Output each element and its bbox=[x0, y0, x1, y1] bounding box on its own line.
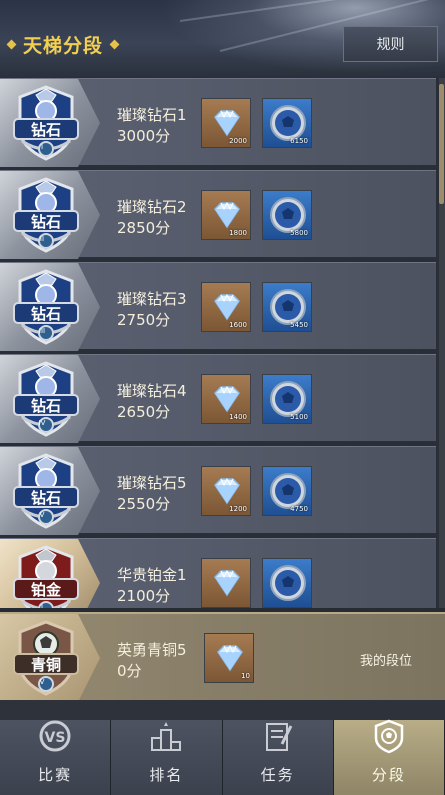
header: 天梯分段 规则 bbox=[0, 0, 445, 78]
bottom-nav: VS 比赛 排名 任务 分段 bbox=[0, 718, 445, 795]
ball-reward[interactable]: 5800 bbox=[262, 190, 312, 240]
rank-name: 璀璨钻石2 bbox=[117, 198, 187, 216]
my-tier-numeral: V bbox=[39, 678, 45, 686]
badge-label: 钻石 bbox=[30, 121, 61, 139]
diamond-reward[interactable]: 1800 bbox=[201, 190, 251, 240]
my-rank-name: 英勇青铜5 bbox=[117, 641, 187, 659]
ball-reward[interactable]: 4750 bbox=[262, 466, 312, 516]
football-coin-icon bbox=[270, 565, 306, 601]
rank-list[interactable]: 钻石 I 璀璨钻石1 3000分 2000 6150 钻石 II 璀璨钻石2 2… bbox=[0, 78, 445, 608]
rank-row: 钻石 III 璀璨钻石3 2750分 1600 5450 bbox=[0, 262, 436, 351]
tier-numeral: I bbox=[40, 603, 44, 608]
rank-name: 璀璨钻石1 bbox=[117, 106, 187, 124]
diamond-qty: 2000 bbox=[229, 137, 247, 145]
nav-tab-3[interactable]: 分段 bbox=[333, 718, 445, 795]
diamond-reward[interactable]: 1600 bbox=[201, 282, 251, 332]
ball-reward[interactable] bbox=[262, 558, 312, 608]
rank-row: 钻石 IV 璀璨钻石4 2650分 1400 5100 bbox=[0, 354, 436, 443]
badge-label: 钻石 bbox=[30, 397, 61, 415]
ball-qty: 5800 bbox=[290, 229, 308, 237]
ball-qty: 6150 bbox=[290, 137, 308, 145]
ball-qty: 4750 bbox=[290, 505, 308, 513]
my-diamond-qty: 10 bbox=[241, 672, 250, 680]
badge-label: 钻石 bbox=[30, 489, 61, 507]
svg-text:VS: VS bbox=[45, 730, 66, 746]
ball-reward[interactable]: 6150 bbox=[262, 98, 312, 148]
tier-numeral: IV bbox=[38, 419, 46, 427]
scrollbar-thumb[interactable] bbox=[439, 84, 444, 204]
ball-qty: 5100 bbox=[290, 413, 308, 421]
diamond-ornament-icon bbox=[109, 39, 120, 50]
rank-score: 2550分 bbox=[117, 495, 171, 513]
diamond-reward[interactable]: 1400 bbox=[201, 374, 251, 424]
tier-numeral: II bbox=[39, 235, 45, 243]
rank-score: 2750分 bbox=[117, 311, 171, 329]
nav-label: 任务 bbox=[260, 766, 295, 784]
nav-label: 排名 bbox=[149, 766, 184, 784]
rank-row: 铂金 I 华贵铂金1 2100分 bbox=[0, 538, 436, 608]
badge-label: 铂金 bbox=[30, 581, 61, 599]
diamond-qty: 1800 bbox=[229, 229, 247, 237]
my-badge-label: 青铜 bbox=[30, 656, 61, 674]
versus-icon: VS bbox=[37, 718, 73, 758]
diamond-ornament-icon bbox=[6, 39, 17, 50]
my-diamond-reward[interactable]: 10 bbox=[204, 633, 254, 683]
diamond-qty: 1600 bbox=[229, 321, 247, 329]
my-rank-score: 0分 bbox=[117, 662, 142, 680]
diamond-qty: 1400 bbox=[229, 413, 247, 421]
rank-score: 2850分 bbox=[117, 219, 171, 237]
my-rank-row: 青铜 V 英勇青铜5 0分 10 我的段位 bbox=[0, 612, 445, 702]
badge-label: 钻石 bbox=[30, 213, 61, 231]
badge-label: 钻石 bbox=[30, 305, 61, 323]
diamond-reward[interactable]: 2000 bbox=[201, 98, 251, 148]
rank-name: 璀璨钻石4 bbox=[117, 382, 187, 400]
tier-numeral: I bbox=[40, 143, 44, 151]
my-rank-label: 我的段位 bbox=[360, 654, 413, 669]
nav-tab-2[interactable]: 任务 bbox=[222, 718, 334, 795]
rules-button[interactable]: 规则 bbox=[343, 26, 438, 62]
diamond-qty: 1200 bbox=[229, 505, 247, 513]
page-title-group: 天梯分段 bbox=[6, 31, 120, 58]
task-icon bbox=[260, 718, 296, 758]
diamond-icon bbox=[214, 569, 240, 597]
shield-ball-icon bbox=[371, 718, 407, 758]
rank-name: 璀璨钻石5 bbox=[117, 474, 187, 492]
ball-reward[interactable]: 5100 bbox=[262, 374, 312, 424]
rank-row: 钻石 V 璀璨钻石5 2550分 1200 4750 bbox=[0, 446, 436, 535]
nav-tab-1[interactable]: 排名 bbox=[111, 718, 223, 795]
rank-score: 2100分 bbox=[117, 587, 171, 605]
ball-qty: 5450 bbox=[290, 321, 308, 329]
nav-tab-0[interactable]: VS 比赛 bbox=[0, 718, 112, 795]
page-title: 天梯分段 bbox=[23, 35, 104, 57]
diamond-reward[interactable]: 1200 bbox=[201, 466, 251, 516]
rank-score: 3000分 bbox=[117, 127, 171, 145]
tier-numeral: III bbox=[38, 327, 46, 335]
nav-spacer bbox=[0, 700, 445, 720]
rank-name: 璀璨钻石3 bbox=[117, 290, 187, 308]
nav-label: 分段 bbox=[371, 766, 406, 784]
rank-name: 华贵铂金1 bbox=[117, 566, 187, 584]
tier-numeral: V bbox=[39, 511, 45, 519]
rank-row: 钻石 I 璀璨钻石1 3000分 2000 6150 bbox=[0, 78, 436, 167]
nav-label: 比赛 bbox=[38, 766, 73, 784]
diamond-reward[interactable] bbox=[201, 558, 251, 608]
rank-row: 钻石 II 璀璨钻石2 2850分 1800 5800 bbox=[0, 170, 436, 259]
rank-score: 2650分 bbox=[117, 403, 171, 421]
ladder-screen: 天梯分段 规则 钻石 I 璀璨钻石1 3000分 2000 6150 钻石 II… bbox=[0, 0, 445, 795]
ball-reward[interactable]: 5450 bbox=[262, 282, 312, 332]
podium-icon bbox=[148, 718, 184, 758]
